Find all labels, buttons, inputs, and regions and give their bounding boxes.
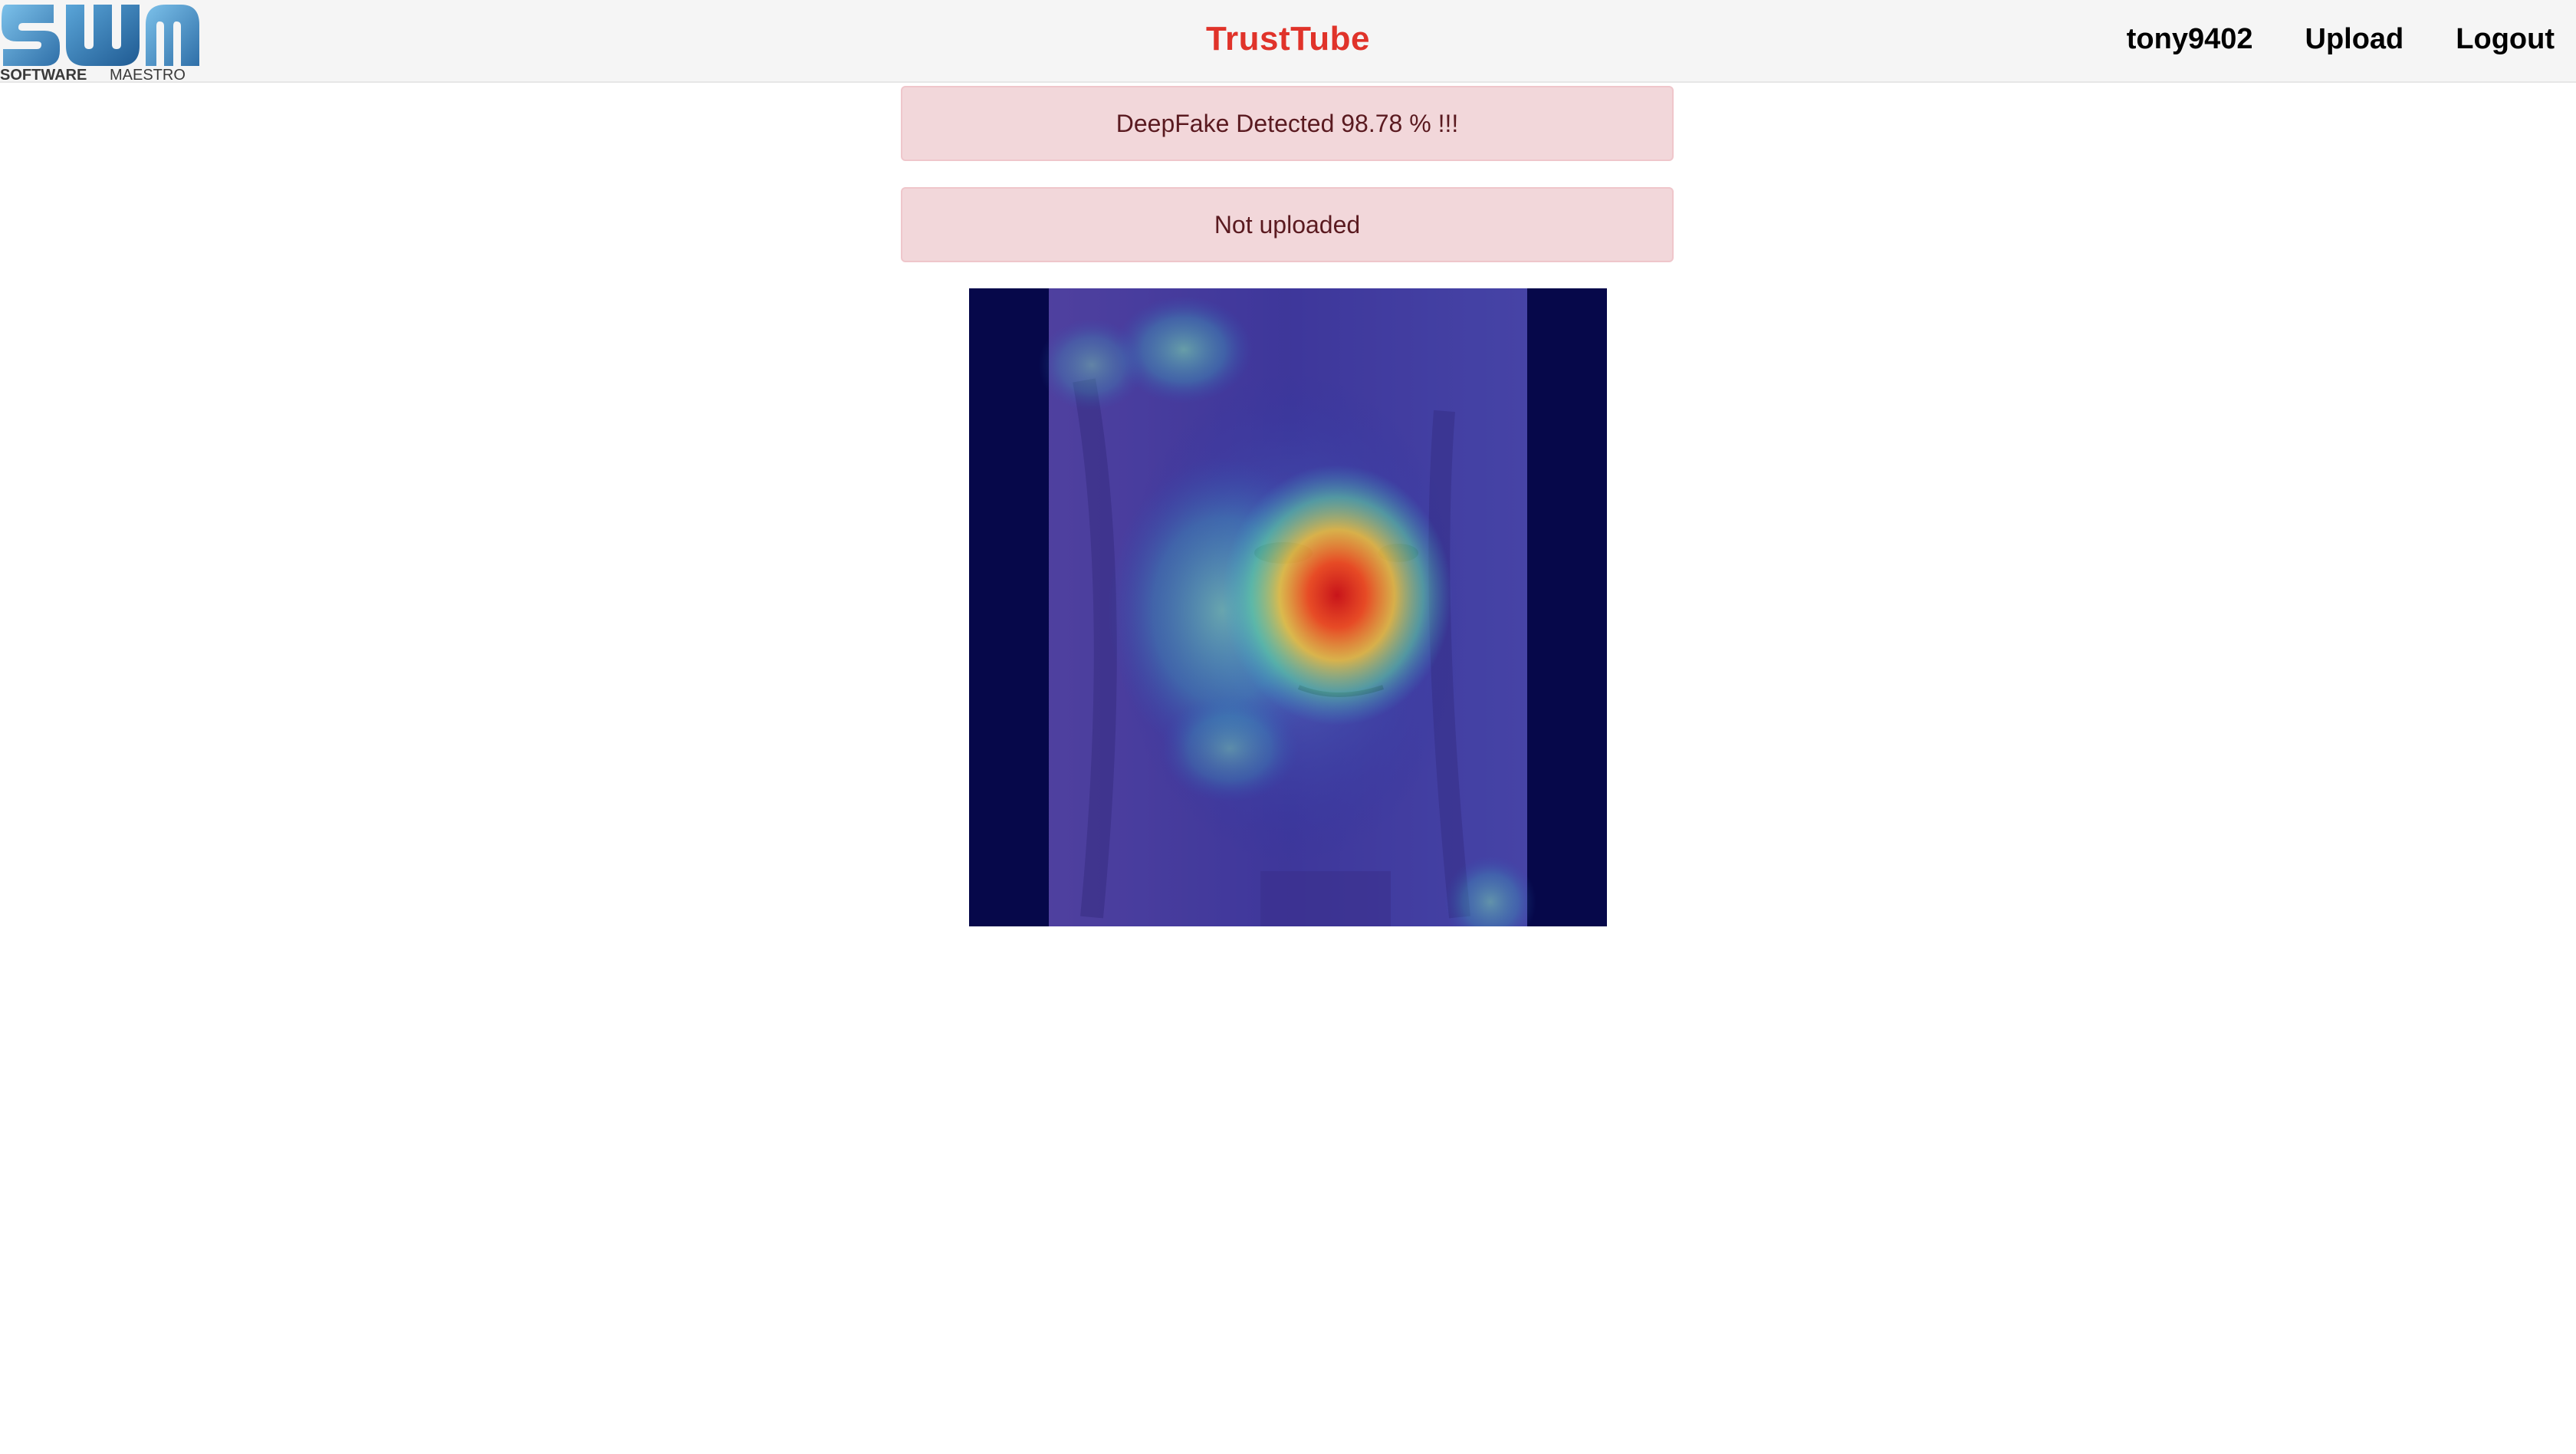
deepfake-detected-alert: DeepFake Detected 98.78 % !!! bbox=[901, 86, 1674, 161]
nav-logout-link[interactable]: Logout bbox=[2456, 23, 2555, 56]
navbar: SOFTWARE MAESTRO TrustTube tony9402 Uplo… bbox=[0, 0, 2576, 83]
brand-title[interactable]: TrustTube bbox=[1206, 20, 1370, 58]
nav-upload-link[interactable]: Upload bbox=[2305, 23, 2404, 56]
nav-links: tony9402 Upload Logout bbox=[2127, 23, 2555, 56]
svg-text:MAESTRO: MAESTRO bbox=[110, 67, 186, 83]
upload-status-alert: Not uploaded bbox=[901, 187, 1674, 262]
svg-text:SOFTWARE: SOFTWARE bbox=[0, 67, 87, 83]
nav-username-link[interactable]: tony9402 bbox=[2127, 23, 2253, 56]
deepfake-heatmap-image bbox=[969, 288, 1607, 926]
